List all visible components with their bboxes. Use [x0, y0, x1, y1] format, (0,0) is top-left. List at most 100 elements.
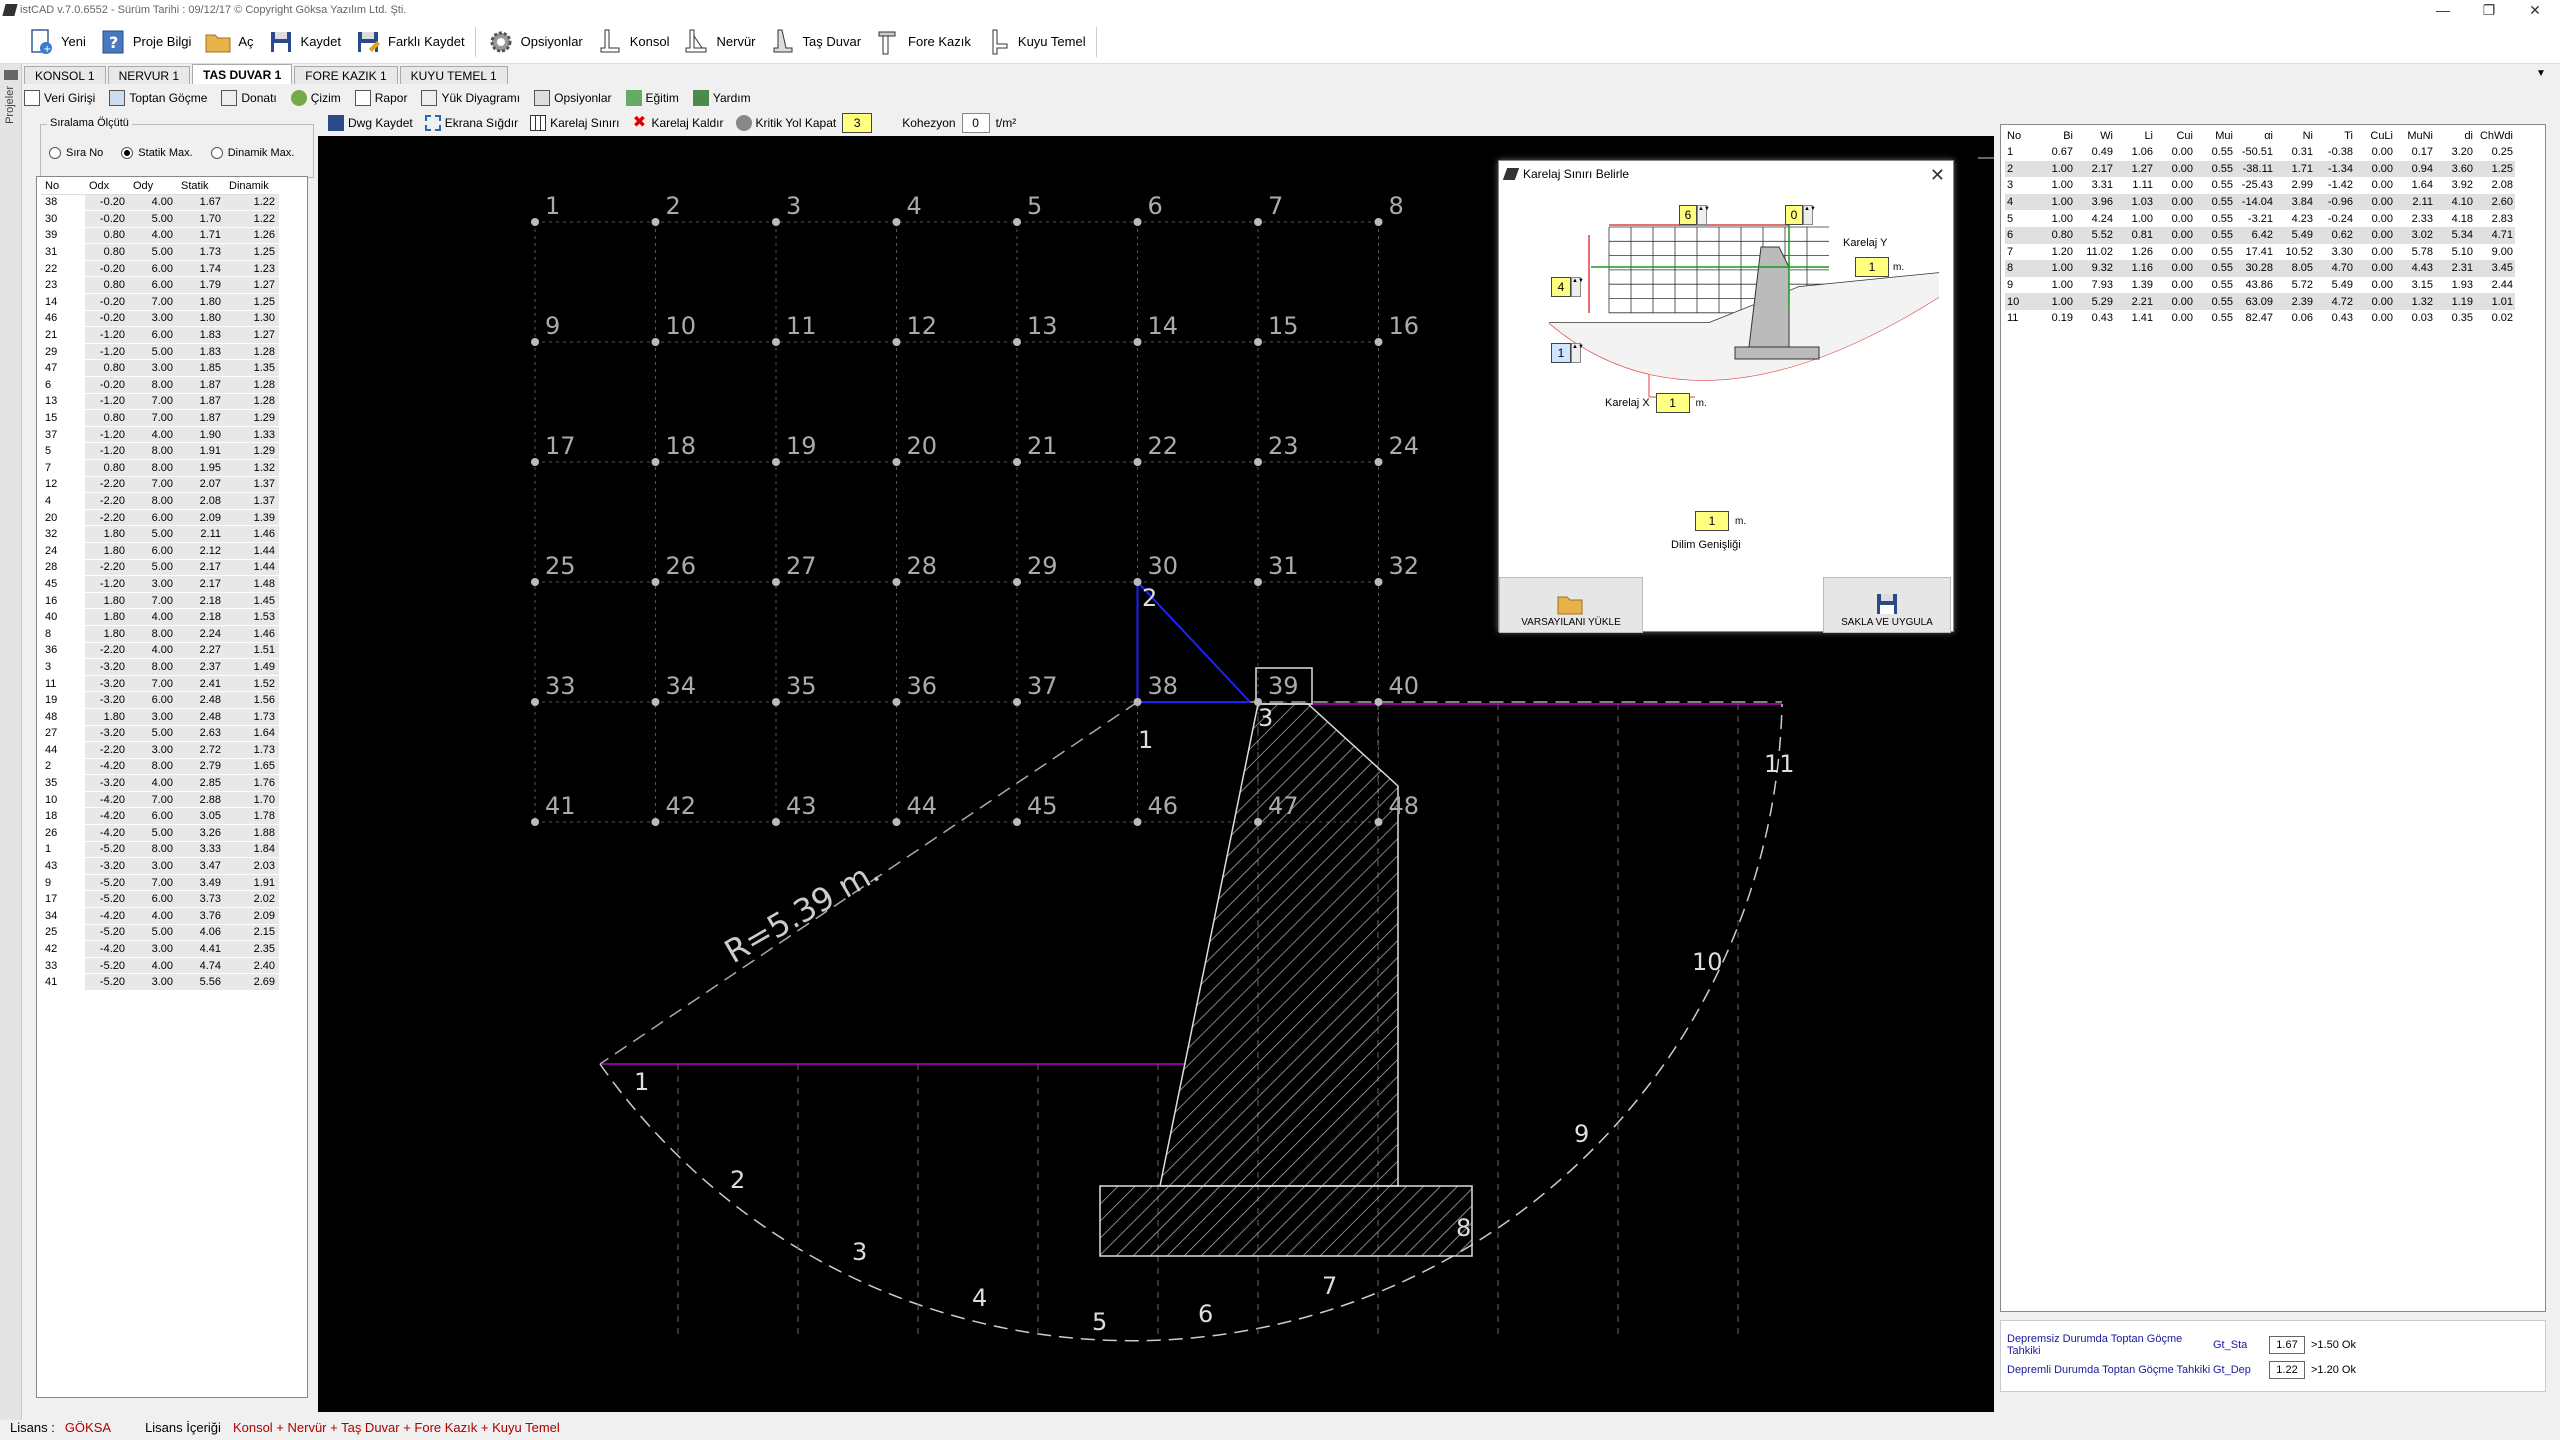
table-row[interactable]: 40 1.80 4.00 2.18 1.53 — [41, 608, 279, 626]
table-row[interactable]: 3 -3.20 8.00 2.37 1.49 — [41, 658, 279, 676]
table-row[interactable]: 12 -2.20 7.00 2.07 1.37 — [41, 476, 279, 494]
table-row[interactable]: 43 -3.20 3.00 3.47 2.03 — [41, 857, 279, 875]
egitim-button[interactable]: Eğitim — [625, 90, 679, 106]
table-row[interactable]: 14 -0.20 7.00 1.80 1.25 — [41, 293, 279, 311]
table-row[interactable]: 9 -5.20 7.00 3.49 1.91 — [41, 874, 279, 892]
table-row[interactable]: 2 1.00 2.17 1.27 0.00 0.55 -38.11 1.71 -1.34 0.00… — [2005, 160, 2515, 178]
yuk-diyagrami-button[interactable]: Yük Diyagramı — [421, 90, 520, 106]
column-header[interactable]: No — [2005, 127, 2035, 144]
table-row[interactable]: 1 0.67 0.49 1.06 0.00 0.55 -50.51 0.31 -0.38 0.00… — [2005, 144, 2515, 161]
table-row[interactable]: 26 -4.20 5.00 3.26 1.88 — [41, 824, 279, 842]
table-row[interactable]: 31 0.80 5.00 1.73 1.25 — [41, 243, 279, 261]
pin-icon[interactable] — [4, 70, 18, 80]
table-row[interactable]: 32 1.80 5.00 2.11 1.46 — [41, 525, 279, 543]
top-left-spinner[interactable]: 6 ▲▼ — [1679, 205, 1710, 225]
table-row[interactable]: 11 -3.20 7.00 2.41 1.52 — [41, 675, 279, 693]
table-row[interactable]: 34 -4.20 4.00 3.76 2.09 — [41, 907, 279, 925]
table-row[interactable]: 4 1.00 3.96 1.03 0.00 0.55 -14.04 3.84 -0.96 0.00… — [2005, 193, 2515, 211]
tab-nervur[interactable]: NERVUR 1 — [107, 66, 191, 84]
table-row[interactable]: 19 -3.20 6.00 2.48 1.56 — [41, 691, 279, 709]
table-row[interactable]: 2 -4.20 8.00 2.79 1.65 — [41, 758, 279, 776]
table-row[interactable]: 21 -1.20 6.00 1.83 1.27 — [41, 326, 279, 344]
spin-icon[interactable]: ▲▼ — [1571, 343, 1584, 363]
table-row[interactable]: 10 -4.20 7.00 2.88 1.70 — [41, 791, 279, 809]
table-row[interactable]: 17 -5.20 6.00 3.73 2.02 — [41, 890, 279, 909]
ekrana-sigdir-button[interactable]: Ekrana Sığdır — [424, 115, 518, 131]
radio-statik-max[interactable]: Statik Max. — [121, 147, 193, 159]
column-header[interactable]: MuNi — [2395, 127, 2435, 144]
table-row[interactable]: 42 -4.20 3.00 4.41 2.35 — [41, 940, 279, 958]
column-header[interactable]: Ni — [2275, 127, 2315, 144]
table-row[interactable]: 39 0.80 4.00 1.71 1.26 — [41, 227, 279, 245]
kuyu-temel-button[interactable]: Kuyu Temel — [977, 22, 1092, 62]
table-row[interactable]: 35 -3.20 4.00 2.85 1.76 — [41, 774, 279, 792]
kaydet-button[interactable]: Kaydet — [260, 22, 347, 62]
column-header[interactable]: Statik — [177, 179, 225, 195]
spin-icon[interactable]: ▲▼ — [1697, 205, 1710, 225]
column-header[interactable]: Ody — [129, 179, 177, 195]
kritik-value-input[interactable]: 3 — [842, 113, 873, 133]
table-row[interactable]: 47 0.80 3.00 1.85 1.35 — [41, 359, 279, 378]
column-header[interactable]: Li — [2115, 127, 2155, 144]
table-row[interactable]: 41 -5.20 3.00 5.56 2.69 — [41, 973, 279, 991]
table-row[interactable]: 22 -0.20 6.00 1.74 1.23 — [41, 260, 279, 278]
close-button[interactable]: ✕ — [2512, 0, 2558, 20]
karelaj-kaldir-button[interactable]: ✖ Karelaj Kaldır — [631, 115, 724, 131]
rapor-button[interactable]: Rapor — [354, 90, 407, 106]
maximize-button[interactable]: ❐ — [2466, 0, 2512, 20]
left-lower-spinner[interactable]: 1 ▲▼ — [1551, 343, 1584, 363]
table-row[interactable]: 6 0.80 5.52 0.81 0.00 0.55 6.42 5.49 0.62 0.00 3.0… — [2005, 226, 2515, 244]
toptan-gocme-button[interactable]: Toptan Göçme — [109, 90, 207, 106]
karelaj-siniri-button[interactable]: Karelaj Sınırı — [530, 115, 619, 131]
table-row[interactable]: 9 1.00 7.93 1.39 0.00 0.55 43.86 5.72 5.49 0.00 3.… — [2005, 277, 2515, 294]
table-row[interactable]: 6 -0.20 8.00 1.87 1.28 — [41, 376, 279, 394]
table-row[interactable]: 36 -2.20 4.00 2.27 1.51 — [41, 642, 279, 660]
table-row[interactable]: 45 -1.20 3.00 2.17 1.48 — [41, 575, 279, 593]
yardim-button[interactable]: Yardım — [692, 90, 751, 106]
fore-kazik-button[interactable]: Fore Kazık — [867, 22, 977, 62]
save-apply-button[interactable]: SAKLA VE UYGULA — [1823, 577, 1951, 633]
donati-button[interactable]: Donatı — [221, 90, 277, 106]
yeni-button[interactable]: + Yeni — [20, 22, 92, 62]
table-row[interactable]: 10 1.00 5.29 2.21 0.00 0.55 63.09 2.39 4.72 0.00 1… — [2005, 293, 2515, 310]
load-default-button[interactable]: VARSAYILANI YÜKLE — [1499, 577, 1643, 633]
column-header[interactable]: Odx — [85, 179, 129, 195]
slice-results-panel[interactable]: No Bi Wi Li Cui Mui αi Ni Ti CuLi MuNi di ChWdi 1 0.6… — [2000, 124, 2546, 1312]
dwg-kaydet-button[interactable]: Dwg Kaydet — [328, 115, 413, 131]
tas-duvar-button[interactable]: Taş Duvar — [762, 22, 868, 62]
table-row[interactable]: 16 1.80 7.00 2.18 1.45 — [41, 592, 279, 610]
column-header[interactable]: CuLi — [2355, 127, 2395, 144]
table-row[interactable]: 15 0.80 7.00 1.87 1.29 — [41, 409, 279, 427]
table-row[interactable]: 44 -2.20 3.00 2.72 1.73 — [41, 741, 279, 759]
center-list[interactable]: No Odx Ody Statik Dinamik 38 -0.20 4.00 1.67 1.2… — [36, 176, 308, 1398]
column-header[interactable]: Cui — [2155, 127, 2195, 144]
tab-fore-kazik[interactable]: FORE KAZIK 1 — [294, 66, 398, 84]
column-header[interactable]: Bi — [2035, 127, 2075, 144]
table-row[interactable]: 46 -0.20 3.00 1.80 1.30 — [41, 310, 279, 328]
table-row[interactable]: 25 -5.20 5.00 4.06 2.15 — [41, 924, 279, 942]
konsol-button[interactable]: Konsol — [589, 22, 676, 62]
column-header[interactable]: Ti — [2315, 127, 2355, 144]
column-header[interactable]: Wi — [2075, 127, 2115, 144]
column-header[interactable]: No — [41, 179, 85, 195]
kritik-yol-kapat-button[interactable]: Kritik Yol Kapat 3 — [735, 113, 873, 133]
spin-icon[interactable]: ▲▼ — [1803, 205, 1816, 225]
top-right-spinner[interactable]: 0 ▲▼ — [1785, 205, 1816, 225]
table-row[interactable]: 20 -2.20 6.00 2.09 1.39 — [41, 509, 279, 527]
tab-konsol[interactable]: KONSOL 1 — [24, 66, 106, 84]
table-row[interactable]: 24 1.80 6.00 2.12 1.44 — [41, 542, 279, 560]
table-row[interactable]: 1 -5.20 8.00 3.33 1.84 — [41, 841, 279, 859]
kohezyon-input[interactable]: 0 — [961, 113, 990, 133]
table-row[interactable]: 23 0.80 6.00 1.79 1.27 — [41, 276, 279, 295]
table-row[interactable]: 30 -0.20 5.00 1.70 1.22 — [41, 210, 279, 228]
table-row[interactable]: 18 -4.20 6.00 3.05 1.78 — [41, 807, 279, 826]
column-header[interactable]: ChWdi — [2475, 127, 2515, 144]
farkli-kaydet-button[interactable]: Farklı Kaydet — [347, 22, 471, 62]
tab-tas-duvar[interactable]: TAS DUVAR 1 — [192, 64, 293, 84]
table-row[interactable]: 37 -1.20 4.00 1.90 1.33 — [41, 426, 279, 444]
proje-bilgi-button[interactable]: ? Proje Bilgi — [92, 22, 198, 62]
opsiyonlar-sub-button[interactable]: Opsiyonlar — [534, 90, 612, 106]
column-header[interactable]: Mui — [2195, 127, 2235, 144]
table-row[interactable]: 7 0.80 8.00 1.95 1.32 — [41, 459, 279, 477]
opsiyonlar-button[interactable]: Opsiyonlar — [480, 22, 589, 62]
